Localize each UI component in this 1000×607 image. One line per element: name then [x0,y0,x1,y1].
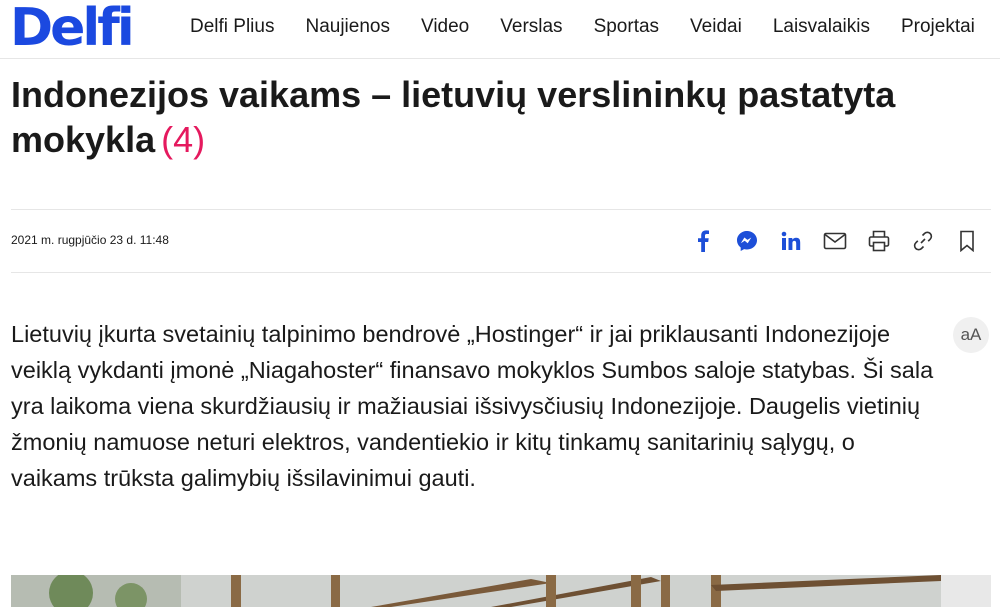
article-lead: Lietuvių įkurta svetainių talpinimo bend… [11,321,934,491]
linkedin-icon [781,231,801,250]
site-header: Delfi Delfi Plius Naujienos Video Versla… [0,0,1000,59]
nav-item-laisvalaikis[interactable]: Laisvalaikis [773,16,870,38]
main-nav: Delfi Plius Naujienos Video Verslas Spor… [190,16,975,38]
nav-item-projektai[interactable]: Projektai [901,16,975,38]
messenger-share-button[interactable] [734,227,760,255]
copy-link-button[interactable] [910,227,936,255]
nav-item-verslas[interactable]: Verslas [500,16,562,38]
bookmark-button[interactable] [954,227,980,255]
hero-image-scene [11,575,991,607]
article-meta-bar: 2021 m. rugpjūčio 23 d. 11:48 [11,209,991,273]
nav-item-naujienos[interactable]: Naujienos [305,16,390,38]
article-title-text: Indonezijos vaikams – lietuvių verslinin… [11,74,896,160]
bookmark-icon [960,230,974,252]
article-title: Indonezijos vaikams – lietuvių verslinin… [11,72,971,162]
link-icon [913,231,933,251]
share-toolbar [672,227,980,255]
print-icon [868,230,890,252]
messenger-icon [737,231,757,251]
facebook-share-button[interactable] [690,227,716,255]
print-button[interactable] [866,227,892,255]
publish-date: 2021 m. rugpjūčio 23 d. 11:48 [11,233,169,247]
delfi-logo[interactable]: Delfi [10,0,135,60]
font-size-button[interactable]: aA [953,317,989,353]
nav-item-delfi-plius[interactable]: Delfi Plius [190,16,274,38]
comment-count-link[interactable]: (4) [161,119,205,160]
facebook-icon [698,230,709,252]
linkedin-share-button[interactable] [778,227,804,255]
nav-item-video[interactable]: Video [421,16,469,38]
nav-item-sportas[interactable]: Sportas [594,16,659,38]
article-hero-image [11,575,991,607]
email-icon [823,232,847,250]
nav-item-veidai[interactable]: Veidai [690,16,742,38]
email-share-button[interactable] [822,227,848,255]
